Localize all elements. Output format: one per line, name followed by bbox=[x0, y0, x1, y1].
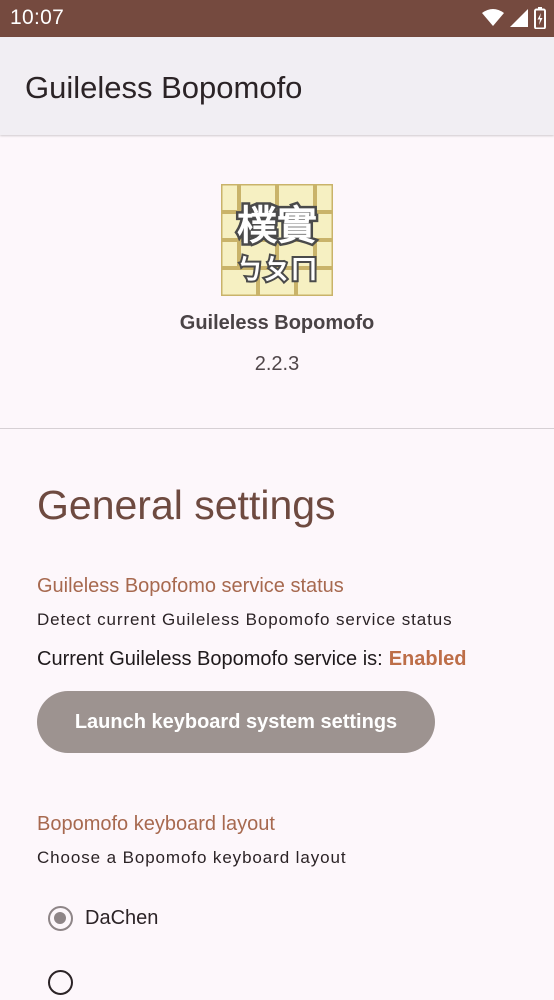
service-status-line: Current Guileless Bopomofo service is: En… bbox=[37, 648, 467, 671]
status-time: 10:07 bbox=[10, 6, 65, 29]
radio-label: DaChen bbox=[85, 906, 159, 929]
radio-button-checked[interactable] bbox=[48, 905, 73, 931]
service-status-prefix: Current Guileless Bopomofo service is: bbox=[37, 648, 383, 670]
about-app-name: Guileless Bopomofo bbox=[179, 312, 375, 334]
service-status-value: Enabled bbox=[388, 648, 467, 670]
logo-text-bottom: ㄅㄆㄇ bbox=[237, 255, 318, 286]
cellular-signal-icon bbox=[510, 9, 528, 27]
pref-title-keyboard-layout: Bopomofo keyboard layout bbox=[37, 813, 275, 835]
app-logo: 樸實 ㄅㄆㄇ bbox=[219, 182, 335, 298]
pref-title-service-status: Guileless Bopofomo service status bbox=[37, 575, 344, 597]
layout-option-2[interactable] bbox=[44, 964, 85, 1000]
app-bar: Guileless Bopomofo bbox=[0, 37, 554, 135]
divider bbox=[0, 428, 554, 429]
status-bar: 10:07 bbox=[0, 0, 554, 37]
battery-icon bbox=[534, 7, 546, 29]
about-app-version: 2.2.3 bbox=[254, 353, 300, 375]
layout-option-dachen[interactable]: DaChen bbox=[44, 900, 158, 936]
logo-text-top: 樸實 bbox=[237, 203, 317, 249]
pref-summary-keyboard-layout: Choose a Bopomofo keyboard layout bbox=[37, 848, 347, 867]
launch-keyboard-settings-button[interactable]: Launch keyboard system settings bbox=[37, 691, 435, 753]
section-title-general: General settings bbox=[37, 482, 336, 528]
app-title: Guileless Bopomofo bbox=[25, 70, 303, 105]
radio-button-unchecked[interactable] bbox=[48, 969, 73, 995]
wifi-icon bbox=[482, 9, 504, 26]
status-icons bbox=[482, 7, 546, 29]
pref-summary-service-status: Detect current Guileless Bopomofo servic… bbox=[37, 610, 453, 629]
